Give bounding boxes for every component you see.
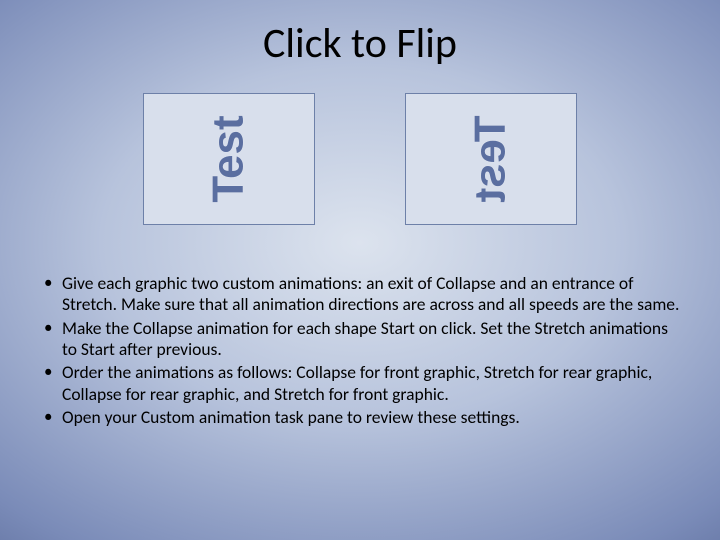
wordart-rear: Test <box>469 115 513 202</box>
bullet-item: Make the Collapse animation for each sha… <box>40 318 680 361</box>
slide: Click to Flip Test Test Give each graphi… <box>0 0 720 540</box>
bullet-item: Order the animations as follows: Collaps… <box>40 362 680 405</box>
wordart-front: Test <box>207 115 251 202</box>
slide-title: Click to Flip <box>263 18 457 69</box>
bullet-list: Give each graphic two custom animations:… <box>40 273 680 430</box>
graphic-rear: Test <box>405 93 577 225</box>
bullet-item: Open your Custom animation task pane to … <box>40 407 680 428</box>
graphic-front: Test <box>143 93 315 225</box>
graphics-row: Test Test <box>143 93 577 225</box>
bullet-item: Give each graphic two custom animations:… <box>40 273 680 316</box>
